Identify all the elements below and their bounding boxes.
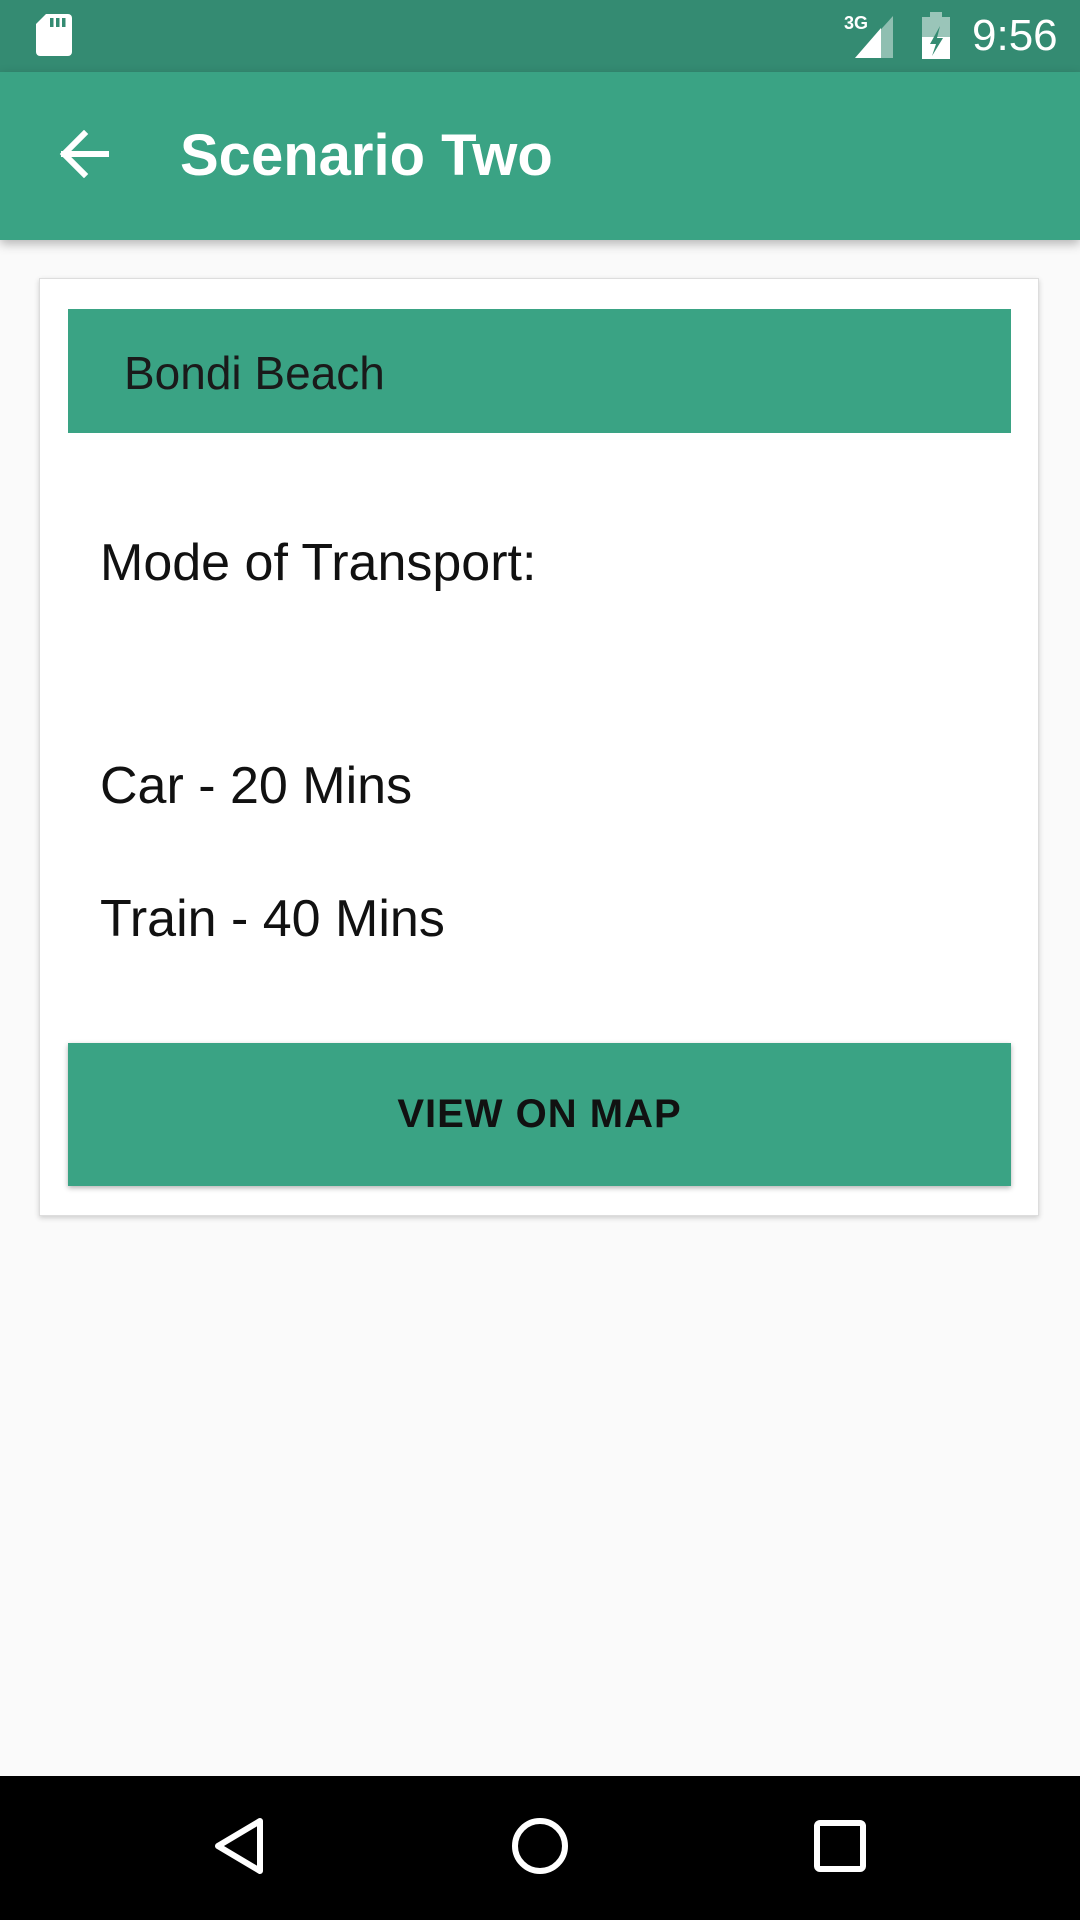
transport-option-train: Train - 40 Mins: [100, 890, 445, 948]
card-header: Bondi Beach: [68, 309, 1011, 433]
transport-label: Mode of Transport:: [100, 534, 537, 592]
nav-back-button[interactable]: [186, 1794, 294, 1902]
app-bar: Scenario Two: [0, 72, 1080, 240]
nav-recents-button[interactable]: [786, 1794, 894, 1902]
status-bar: 3G 9:56: [0, 0, 1080, 72]
navigation-bar: [0, 1776, 1080, 1920]
back-button[interactable]: [36, 108, 132, 204]
page-title: Scenario Two: [180, 123, 553, 188]
battery-charging-icon: [920, 12, 952, 65]
transport-option-car: Car - 20 Mins: [100, 757, 413, 815]
arrow-back-icon: [58, 129, 110, 183]
place-name: Bondi Beach: [124, 347, 385, 399]
status-time: 9:56: [972, 11, 1058, 60]
nav-recents-icon: [812, 1818, 868, 1879]
view-on-map-button[interactable]: VIEW ON MAP: [68, 1043, 1011, 1186]
signal-icon: 3G: [843, 12, 899, 65]
nav-back-icon: [210, 1815, 270, 1882]
nav-home-button[interactable]: [486, 1794, 594, 1902]
nav-home-icon: [510, 1816, 570, 1881]
sd-card-icon: [36, 14, 72, 61]
network-type-label: 3G: [844, 13, 868, 33]
